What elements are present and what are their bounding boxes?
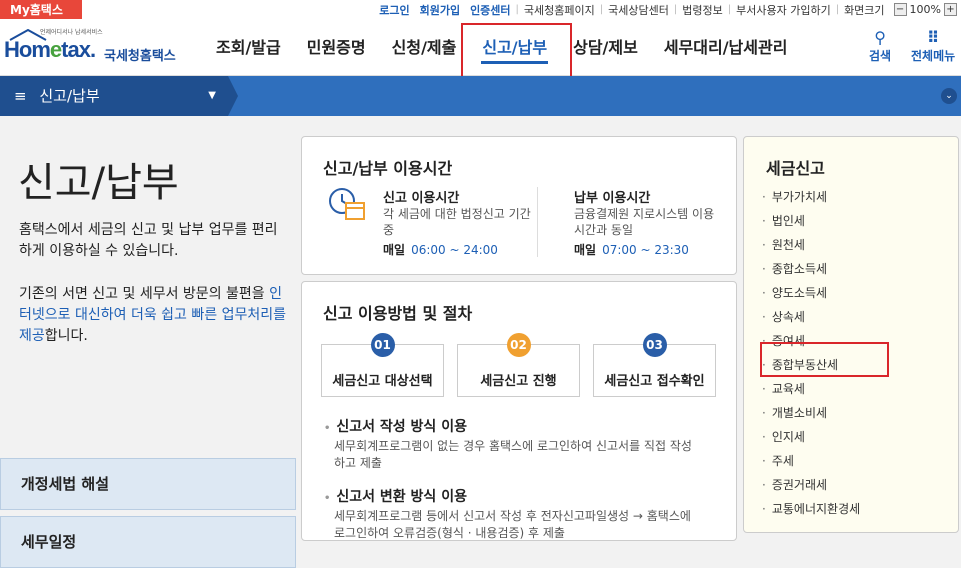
step-1-number: 01 (370, 333, 395, 357)
step-1[interactable]: 01 세금신고 대상선택 (321, 333, 444, 397)
highlight-box-tax (760, 342, 889, 377)
gnb-menu-agent[interactable]: 세무대리/납세관리 (651, 19, 801, 76)
pay-hours-desc: 금융결제원 지로시스템 이용시간과 동일 (574, 207, 715, 237)
nav-arrow (228, 76, 238, 116)
method-2-desc: 세무회계프로그램 등에서 신고서 작성 후 전자신고파일생성 → 홈택스에 로그… (334, 509, 691, 540)
calendar-clock-icon (329, 188, 365, 220)
tax-item-corporate[interactable]: 법인세 (762, 209, 860, 233)
grid-icon: ⠿ (926, 28, 940, 47)
search-button[interactable]: ⚲ 검색 (869, 29, 891, 64)
dept-user-signup-link[interactable]: 부서사용자 가입하기 (731, 2, 836, 18)
procedure-card: 신고 이용방법 및 절차 01 세금신고 대상선택 02 세금신고 진행 03 … (301, 281, 737, 541)
gnb-menu-consult[interactable]: 상담/제보 (560, 19, 651, 76)
step-2[interactable]: 02 세금신고 진행 (457, 333, 580, 397)
tax-item-liquor[interactable]: 주세 (762, 449, 860, 473)
signup-link[interactable]: 회원가입 (415, 2, 465, 18)
report-hours-title: 신고 이용시간 (383, 191, 460, 206)
tax-item-vat[interactable]: 부가가치세 (762, 185, 860, 209)
zoom-in-button[interactable]: + (944, 3, 957, 16)
zoom-value: 100% (909, 3, 941, 16)
section-label: 신고/납부 (39, 87, 100, 105)
gnb-menu-certificate[interactable]: 민원증명 (294, 19, 379, 76)
hours-title: 신고/납부 이용시간 (323, 159, 453, 178)
tax-item-inheritance[interactable]: 상속세 (762, 305, 860, 329)
tax-consult-link[interactable]: 국세상담센터 (603, 2, 674, 18)
chevron-down-icon[interactable]: ⌄ (941, 88, 957, 104)
caret-down-icon: ▼ (208, 90, 216, 101)
step-2-number: 02 (506, 333, 531, 357)
report-hours: 신고 이용시간 각 세금에 대한 법정신고 기간 중 매일 06:00 ~ 24:… (383, 187, 533, 258)
search-label: 검색 (869, 49, 892, 63)
report-hours-time: 매일 06:00 ~ 24:00 (383, 243, 498, 257)
step-3[interactable]: 03 세금신고 접수확인 (593, 333, 716, 397)
left-column: 신고/납부 홈택스에서 세금의 신고 및 납부 업무를 편리하게 이용하실 수 … (0, 116, 296, 568)
gnb-menu-apply[interactable]: 신청/제출 (379, 19, 470, 76)
page-description-2: 기존의 서면 신고 및 세무서 방문의 불편을 인터넷으로 대신하여 더욱 쉽고… (19, 286, 286, 344)
step-1-label: 세금신고 대상선택 (332, 374, 433, 389)
tax-panel-title: 세금신고 (766, 159, 825, 178)
pay-hours: 납부 이용시간 금융결제원 지로시스템 이용시간과 동일 매일 07:00 ~ 2… (574, 187, 724, 258)
step-2-label: 세금신고 진행 (480, 374, 557, 389)
tax-item-transport-energy[interactable]: 교통에너지환경세 (762, 497, 860, 521)
zoom-control: − 100% + (893, 3, 957, 16)
step-3-number: 03 (642, 333, 667, 357)
nts-homepage-link[interactable]: 국세청홈페이지 (519, 2, 600, 18)
hours-card: 신고/납부 이용시간 신고 이용시간 각 세금에 대한 법정신고 기간 중 매일… (301, 136, 737, 275)
tax-item-education[interactable]: 교육세 (762, 377, 860, 401)
procedure-title: 신고 이용방법 및 절차 (323, 304, 473, 323)
logo-nts-name: 국세청홈택스 (104, 49, 176, 64)
tax-item-transfer[interactable]: 양도소득세 (762, 281, 860, 305)
tax-item-stamp[interactable]: 인지세 (762, 425, 860, 449)
logo-tagline: 언제어디서나 납세서비스 (40, 29, 103, 36)
tax-item-income[interactable]: 종합소득세 (762, 257, 860, 281)
tax-item-securities-transaction[interactable]: 증권거래세 (762, 473, 860, 497)
tax-item-withholding[interactable]: 원천세 (762, 233, 860, 257)
screen-size-label: 화면크기 (844, 3, 885, 17)
all-menu-label: 전체메뉴 (911, 49, 956, 63)
search-icon: ⚲ (874, 28, 886, 47)
gnb-menu-inquiry[interactable]: 조회/발급 (203, 19, 294, 76)
report-hours-desc: 각 세금에 대한 법정신고 기간 중 (383, 207, 531, 237)
hometax-logo[interactable]: 언제어디서나 납세서비스 Hometax. 국세청홈택스 (4, 25, 189, 69)
page-title: 신고/납부 (18, 160, 179, 206)
law-info-link[interactable]: 법령정보 (677, 2, 727, 18)
utility-links: 로그인 회원가입 인증센터 | 국세청홈페이지 | 국세상담센터 | 법령정보 … (374, 0, 957, 19)
zoom-out-button[interactable]: − (893, 3, 907, 16)
step-3-label: 세금신고 접수확인 (604, 374, 705, 389)
top-utility-bar: My홈택스 로그인 회원가입 인증센터 | 국세청홈페이지 | 국세상담센터 |… (0, 0, 961, 20)
highlight-box-menu (461, 23, 572, 83)
menu-icon: ≡ (14, 87, 27, 105)
all-menu-button[interactable]: ⠿ 전체메뉴 (911, 29, 955, 64)
tax-report-panel: 세금신고 부가가치세 법인세 원천세 종합소득세 양도소득세 상속세 증여세 종… (743, 136, 959, 533)
my-hometax-link[interactable]: My홈택스 (0, 0, 82, 20)
method-1-desc: 세무회계프로그램이 없는 경우 홈택스에 로그인하여 신고서를 직접 작성하고 … (334, 439, 692, 470)
page-description: 홈택스에서 세금의 신고 및 납부 업무를 편리하게 이용하실 수 있습니다. (19, 222, 278, 259)
section-dropdown[interactable]: ≡ 신고/납부 ▼ (0, 76, 238, 116)
pay-hours-time: 매일 07:00 ~ 23:30 (574, 243, 689, 257)
method-1-title: 신고서 작성 방식 이용 (324, 416, 467, 436)
divider (537, 187, 538, 257)
method-2-title: 신고서 변환 방식 이용 (324, 486, 467, 506)
section-nav-bar: ≡ 신고/납부 ▼ ⌄ (0, 76, 961, 116)
cert-center-link[interactable]: 인증센터 (465, 2, 515, 18)
pay-hours-title: 납부 이용시간 (574, 191, 651, 206)
tax-revision-button[interactable]: 개정세법 해설 (0, 458, 296, 510)
login-link[interactable]: 로그인 (374, 2, 414, 18)
tax-item-individual-consumption[interactable]: 개별소비세 (762, 401, 860, 425)
tax-schedule-button[interactable]: 세무일정 (0, 516, 296, 568)
logo-wordmark: Hometax. (4, 37, 96, 62)
